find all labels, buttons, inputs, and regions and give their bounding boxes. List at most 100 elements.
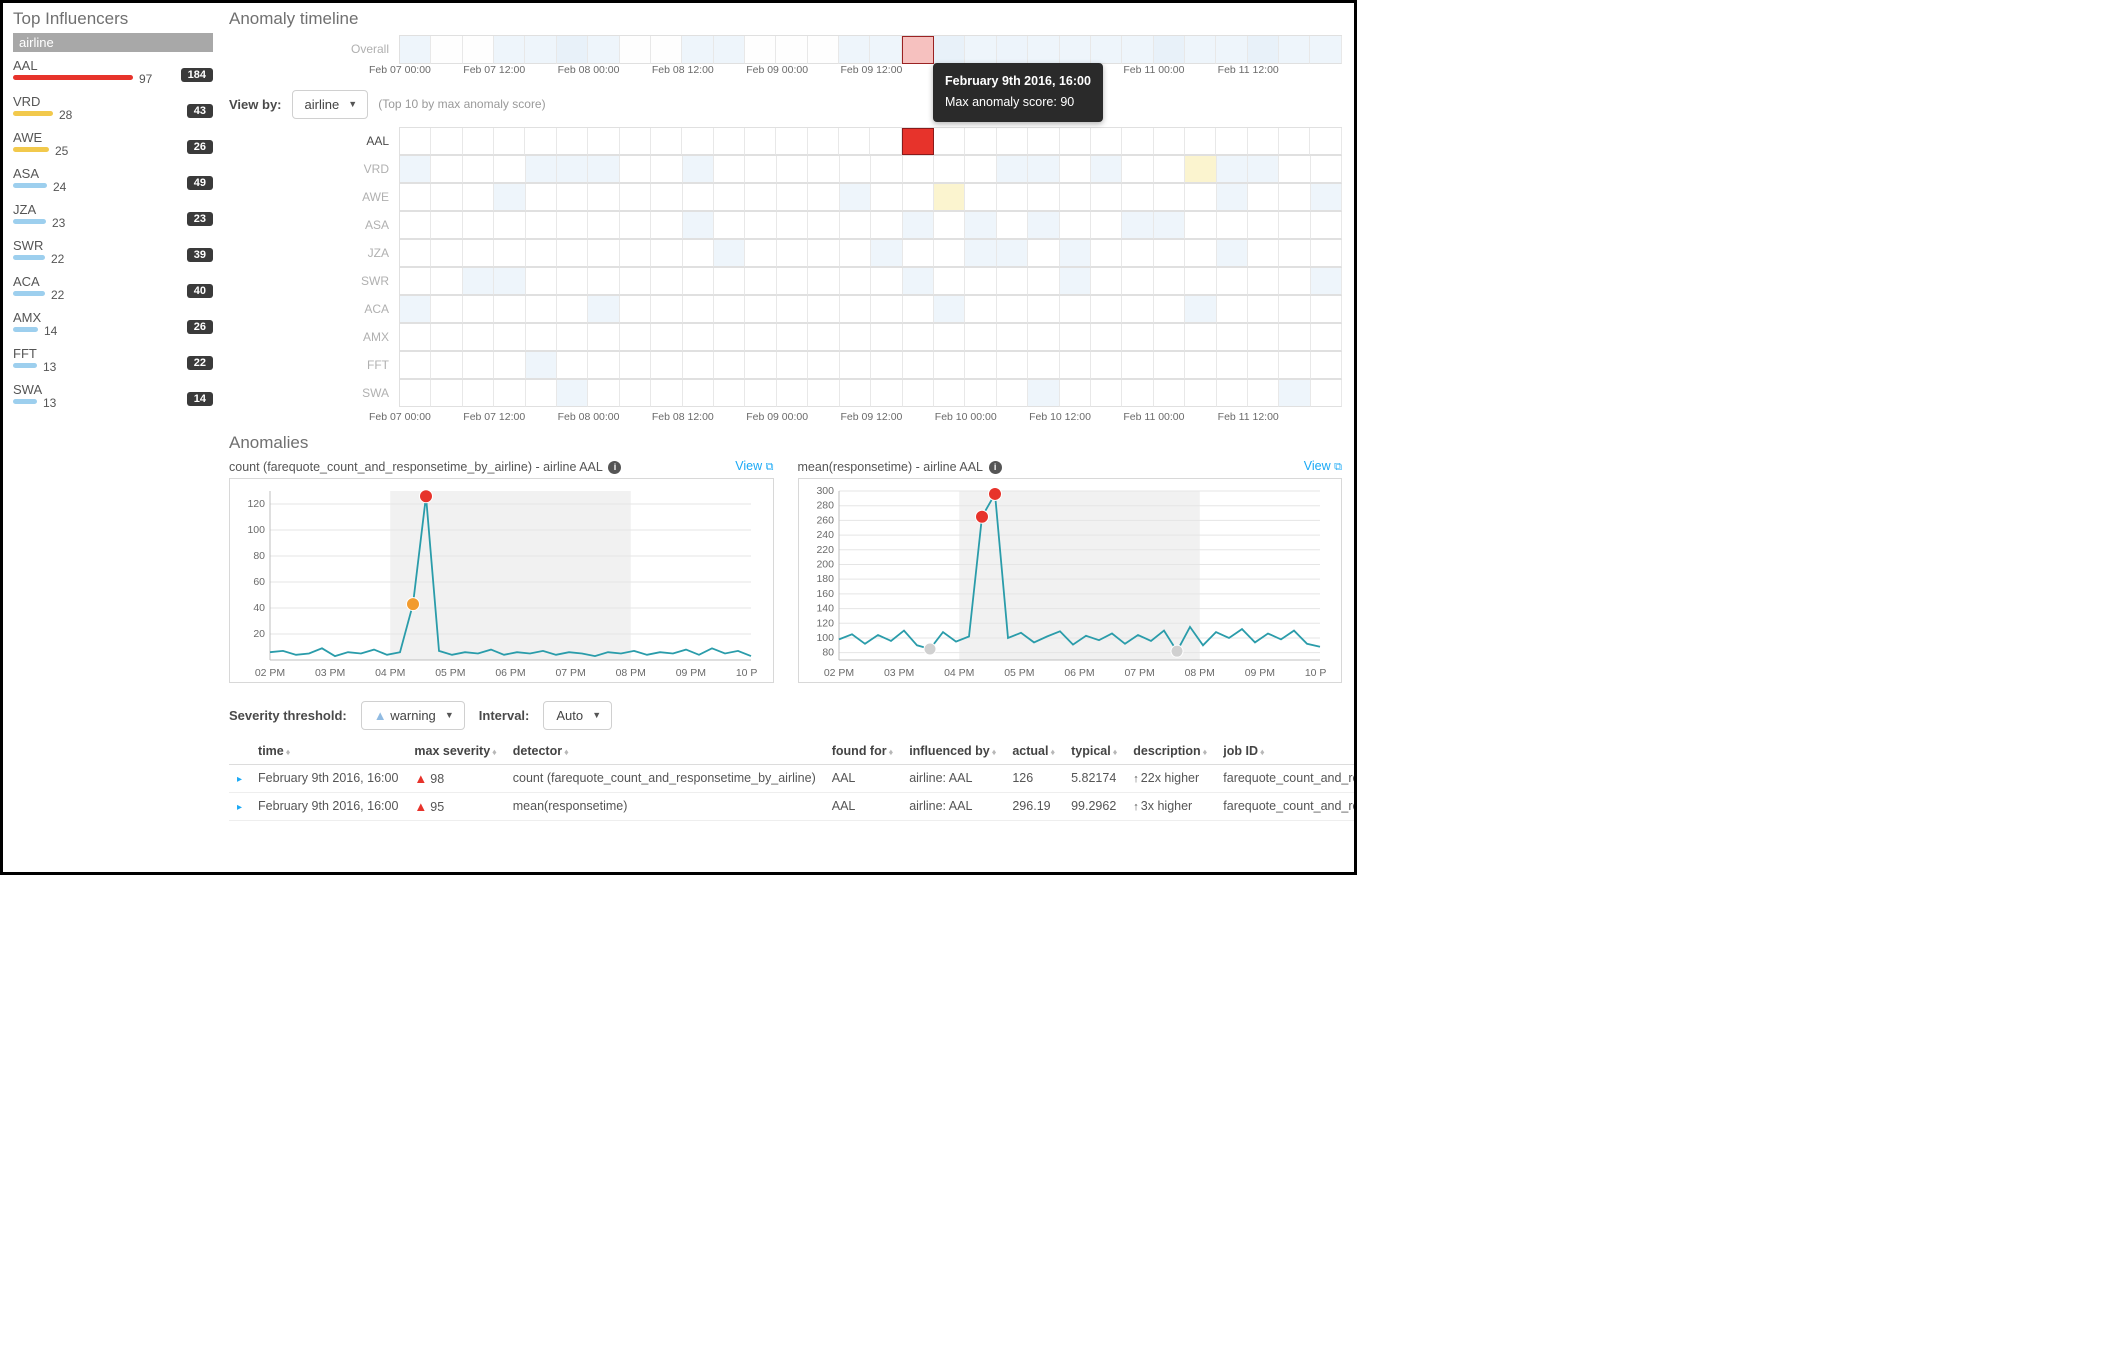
- timeline-cell[interactable]: [902, 128, 934, 155]
- timeline-cell[interactable]: [683, 296, 714, 323]
- timeline-cell[interactable]: [777, 352, 808, 379]
- timeline-cell[interactable]: [934, 380, 965, 407]
- timeline-cell[interactable]: [1091, 296, 1122, 323]
- timeline-cell[interactable]: [1185, 268, 1216, 295]
- timeline-cell[interactable]: [588, 380, 619, 407]
- swimlane[interactable]: [399, 155, 1342, 183]
- timeline-cell[interactable]: [526, 156, 557, 183]
- timeline-cell[interactable]: [620, 352, 651, 379]
- timeline-cell[interactable]: [840, 212, 871, 239]
- timeline-cell[interactable]: [463, 268, 494, 295]
- timeline-cell[interactable]: [840, 380, 871, 407]
- timeline-cell[interactable]: [400, 324, 431, 351]
- timeline-cell[interactable]: [934, 296, 965, 323]
- timeline-cell[interactable]: [557, 184, 588, 211]
- swimlane[interactable]: [399, 127, 1342, 155]
- timeline-cell[interactable]: [997, 268, 1028, 295]
- timeline-cell[interactable]: [745, 184, 776, 211]
- timeline-cell[interactable]: [1028, 268, 1059, 295]
- timeline-cell[interactable]: [1185, 36, 1216, 64]
- timeline-cell[interactable]: [1311, 240, 1342, 267]
- timeline-cell[interactable]: [400, 128, 431, 155]
- timeline-cell[interactable]: [1185, 296, 1216, 323]
- timeline-cell[interactable]: [871, 268, 902, 295]
- col-max-severity[interactable]: max severity♦: [406, 738, 504, 765]
- timeline-cell[interactable]: [745, 352, 776, 379]
- timeline-cell[interactable]: [903, 156, 934, 183]
- timeline-cell[interactable]: [526, 352, 557, 379]
- timeline-cell[interactable]: [965, 352, 996, 379]
- timeline-cell[interactable]: [1311, 380, 1342, 407]
- timeline-cell[interactable]: [1217, 352, 1248, 379]
- expand-row-icon[interactable]: ▸: [237, 802, 242, 813]
- timeline-cell[interactable]: [1060, 324, 1091, 351]
- expand-row-icon[interactable]: ▸: [237, 774, 242, 785]
- timeline-cell[interactable]: [400, 184, 431, 211]
- timeline-cell[interactable]: [1311, 296, 1342, 323]
- timeline-cell[interactable]: [620, 156, 651, 183]
- timeline-cell[interactable]: [777, 184, 808, 211]
- timeline-cell[interactable]: [714, 296, 745, 323]
- timeline-cell[interactable]: [714, 380, 745, 407]
- timeline-cell[interactable]: [588, 36, 619, 64]
- timeline-cell[interactable]: [1279, 212, 1310, 239]
- timeline-cell[interactable]: [494, 380, 525, 407]
- influencer-row[interactable]: AWE2526: [13, 130, 213, 166]
- swimlane[interactable]: [399, 183, 1342, 211]
- col-job-id[interactable]: job ID♦: [1215, 738, 1354, 765]
- timeline-cell[interactable]: [1154, 268, 1185, 295]
- timeline-cell[interactable]: [463, 324, 494, 351]
- timeline-cell[interactable]: [1248, 184, 1279, 211]
- timeline-cell[interactable]: [557, 240, 588, 267]
- timeline-cell[interactable]: [1028, 296, 1059, 323]
- timeline-cell[interactable]: [400, 36, 431, 64]
- timeline-cell[interactable]: [620, 296, 651, 323]
- timeline-cell[interactable]: [1248, 240, 1279, 267]
- timeline-cell[interactable]: [997, 156, 1028, 183]
- timeline-cell[interactable]: [400, 156, 431, 183]
- timeline-cell[interactable]: [1060, 156, 1091, 183]
- timeline-cell[interactable]: [1279, 352, 1310, 379]
- timeline-cell[interactable]: [965, 324, 996, 351]
- swimlane[interactable]: [399, 295, 1342, 323]
- timeline-cell[interactable]: [1216, 128, 1247, 155]
- timeline-cell[interactable]: [903, 380, 934, 407]
- timeline-cell[interactable]: [840, 240, 871, 267]
- timeline-cell[interactable]: [1279, 268, 1310, 295]
- timeline-cell[interactable]: [431, 268, 462, 295]
- overall-swimlane[interactable]: [399, 35, 1342, 64]
- chart-b-view-link[interactable]: View ⧉: [1304, 459, 1342, 474]
- timeline-cell[interactable]: [651, 212, 682, 239]
- timeline-cell[interactable]: [1028, 156, 1059, 183]
- timeline-cell[interactable]: [903, 296, 934, 323]
- timeline-cell[interactable]: [1279, 128, 1310, 155]
- timeline-cell[interactable]: [400, 380, 431, 407]
- timeline-cell[interactable]: [1091, 324, 1122, 351]
- timeline-cell[interactable]: [745, 380, 776, 407]
- timeline-cell[interactable]: [714, 184, 745, 211]
- timeline-cell[interactable]: [808, 268, 839, 295]
- timeline-cell[interactable]: [431, 240, 462, 267]
- influencer-row[interactable]: FFT1322: [13, 346, 213, 382]
- timeline-cell[interactable]: [588, 324, 619, 351]
- timeline-cell[interactable]: [840, 352, 871, 379]
- timeline-cell[interactable]: [682, 128, 713, 155]
- timeline-cell[interactable]: [683, 240, 714, 267]
- timeline-cell[interactable]: [776, 128, 807, 155]
- timeline-cell[interactable]: [1060, 380, 1091, 407]
- timeline-cell[interactable]: [400, 268, 431, 295]
- timeline-cell[interactable]: [1217, 268, 1248, 295]
- info-icon[interactable]: i: [989, 461, 1002, 474]
- timeline-cell[interactable]: [1154, 352, 1185, 379]
- timeline-cell[interactable]: [683, 380, 714, 407]
- swimlane[interactable]: [399, 351, 1342, 379]
- timeline-cell[interactable]: [683, 352, 714, 379]
- timeline-cell[interactable]: [965, 156, 996, 183]
- timeline-cell[interactable]: [839, 36, 870, 64]
- timeline-cell[interactable]: [808, 352, 839, 379]
- timeline-cell[interactable]: [871, 156, 902, 183]
- timeline-cell[interactable]: [431, 36, 462, 64]
- timeline-cell[interactable]: [1091, 240, 1122, 267]
- timeline-cell[interactable]: [1217, 212, 1248, 239]
- timeline-cell[interactable]: [871, 212, 902, 239]
